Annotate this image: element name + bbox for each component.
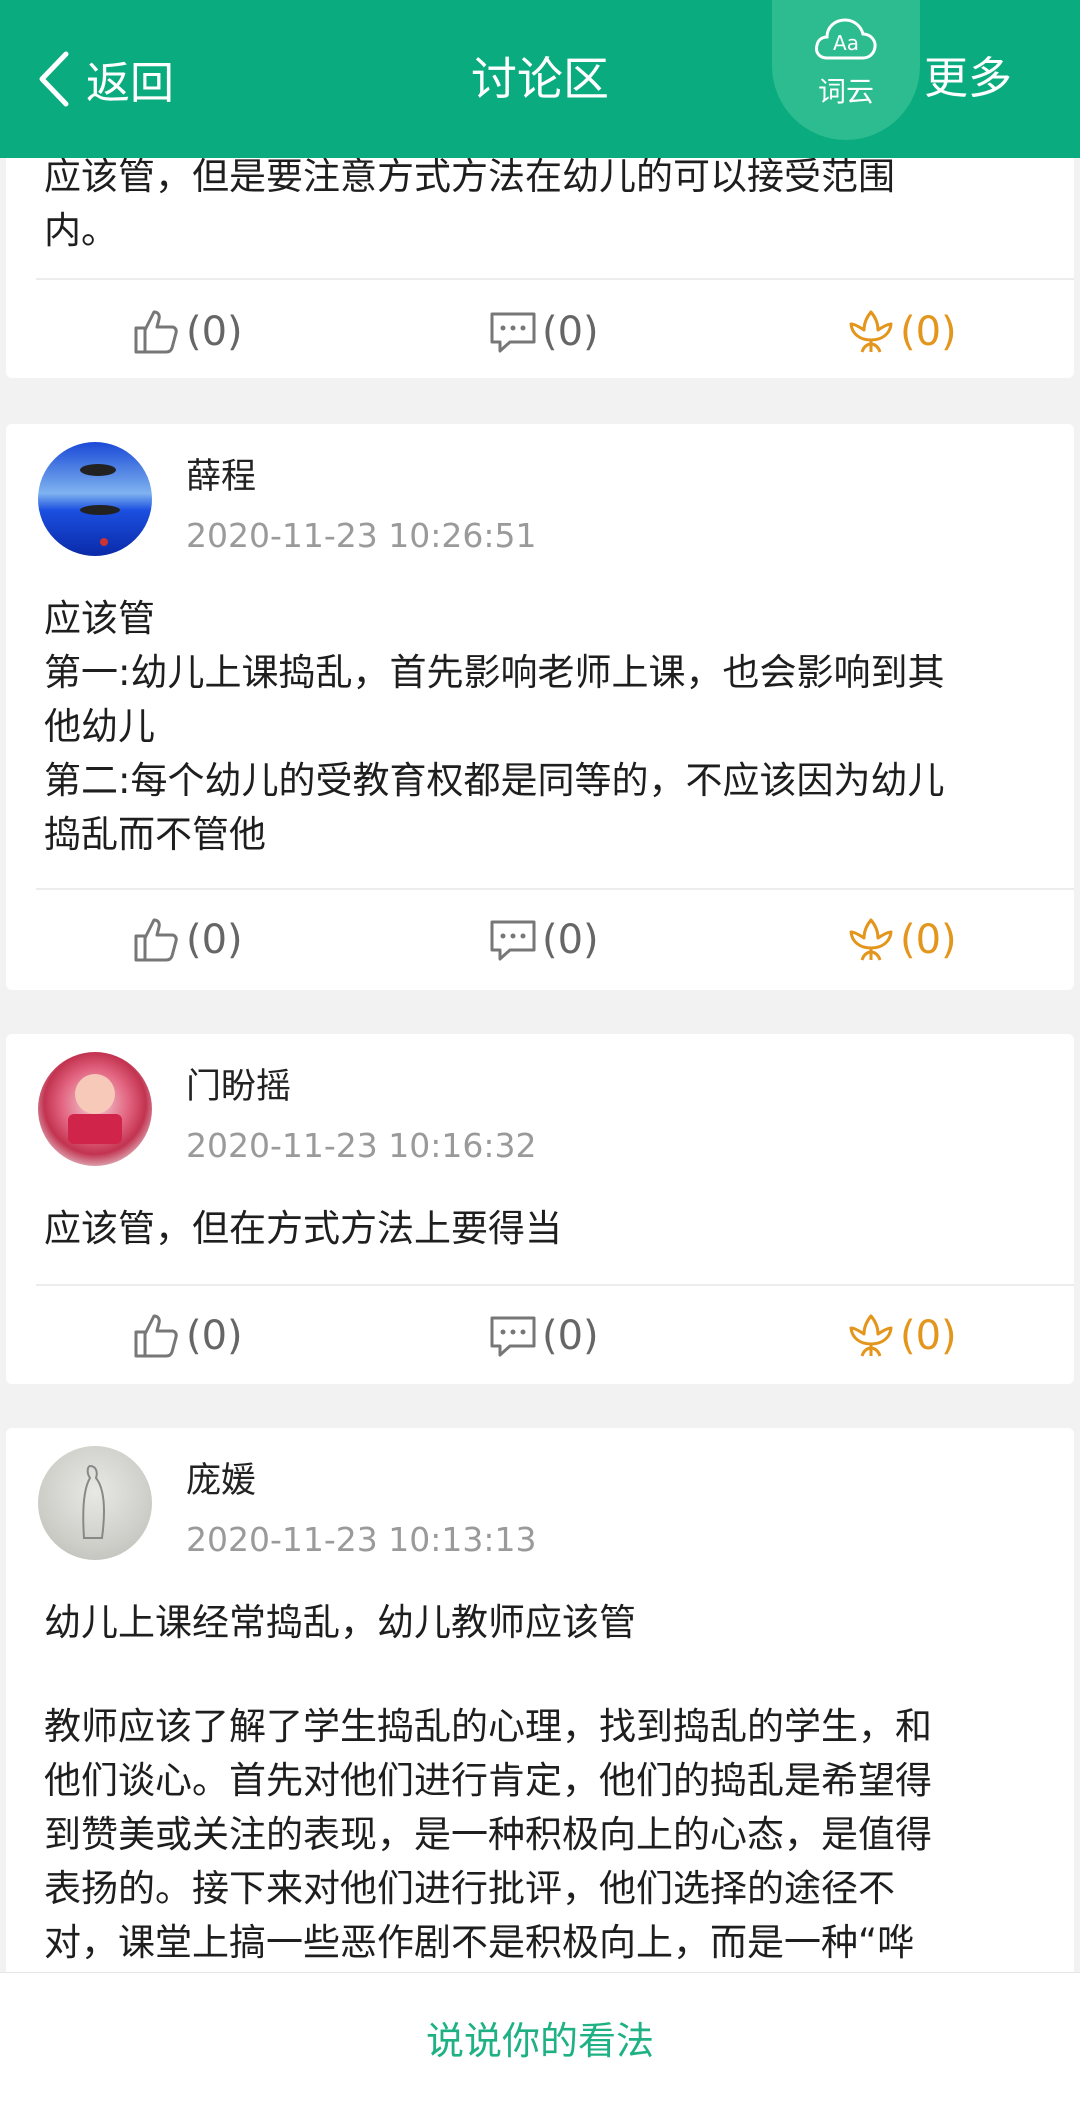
like-count: (0)	[186, 1313, 243, 1359]
comment-button[interactable]: (0)	[488, 282, 599, 382]
post-line: 应该管，但是要注意方式方法在幼儿的可以接受范围	[44, 155, 895, 198]
word-cloud-icon: Aa	[815, 18, 877, 60]
comment-button[interactable]: (0)	[488, 890, 599, 990]
like-count: (0)	[186, 917, 243, 963]
thumbs-up-icon	[134, 918, 178, 962]
post-line: 第二:每个幼儿的受教育权都是同等的，不应该因为幼儿	[44, 759, 945, 802]
post-line: 幼儿上课经常捣乱，幼儿教师应该管	[44, 1601, 636, 1644]
post-time: 2020-11-23 10:13:13	[186, 1520, 537, 1559]
avatar[interactable]	[38, 1052, 152, 1166]
post-content: 应该管 第一:幼儿上课捣乱，首先影响老师上课，也会影响到其 他幼儿 第二:每个幼…	[44, 592, 1046, 862]
post-actions: (0) (0) (0)	[6, 1286, 1074, 1386]
thumbs-up-icon	[134, 1314, 178, 1358]
comment-button[interactable]: (0)	[488, 1286, 599, 1386]
like-button[interactable]: (0)	[132, 282, 243, 382]
post-line: 他们谈心。首先对他们进行肯定，他们的捣乱是希望得	[44, 1759, 932, 1802]
comment-count: (0)	[542, 309, 599, 355]
cloud-icon-text: Aa	[833, 31, 859, 55]
comment-count: (0)	[542, 917, 599, 963]
post-actions: (0) (0) (0)	[6, 890, 1074, 990]
top-bar: 返回 讨论区 Aa 词云 更多	[0, 0, 1080, 158]
flower-icon	[849, 1314, 893, 1357]
flower-button[interactable]: (0)	[846, 1286, 957, 1386]
post-line	[44, 1650, 1046, 1700]
post-time: 2020-11-23 10:26:51	[186, 516, 537, 555]
post-card: 庞媛 2020-11-23 10:13:13 幼儿上课经常捣乱，幼儿教师应该管 …	[6, 1428, 1074, 1988]
more-button[interactable]: 更多	[924, 44, 1012, 114]
post-actions: (0) (0) (0)	[6, 282, 1074, 382]
post-line: 第一:幼儿上课捣乱，首先影响老师上课，也会影响到其	[44, 651, 945, 694]
comment-icon	[490, 920, 536, 961]
post-line: 表扬的。接下来对他们进行批评，他们选择的途径不	[44, 1867, 895, 1910]
flower-icon	[849, 918, 893, 961]
post-content: 幼儿上课经常捣乱，幼儿教师应该管 教师应该了解了学生捣乱的心理，找到捣乱的学生，…	[44, 1596, 1046, 1970]
flower-button[interactable]: (0)	[846, 890, 957, 990]
divider	[36, 278, 1074, 280]
post-time: 2020-11-23 10:16:32	[186, 1126, 537, 1165]
flower-count: (0)	[900, 309, 957, 355]
flower-icon	[849, 310, 893, 353]
comment-icon	[490, 312, 536, 353]
discussion-feed[interactable]: 应该管，但是要注意方式方法在幼儿的可以接受范围 内。 (0) (0) (0) 薛…	[0, 0, 1080, 2102]
post-card: 薛程 2020-11-23 10:26:51 应该管 第一:幼儿上课捣乱，首先影…	[6, 424, 1074, 990]
like-button[interactable]: (0)	[132, 1286, 243, 1386]
comment-count: (0)	[542, 1313, 599, 1359]
thumbs-up-icon	[134, 310, 178, 354]
comment-icon	[490, 1316, 536, 1357]
avatar[interactable]	[38, 1446, 152, 1560]
post-line: 教师应该了解了学生捣乱的心理，找到捣乱的学生，和	[44, 1705, 932, 1748]
like-count: (0)	[186, 309, 243, 355]
post-card: 门盼摇 2020-11-23 10:16:32 应该管，但在方式方法上要得当 (…	[6, 1034, 1074, 1384]
author-name[interactable]: 门盼摇	[186, 1058, 291, 1109]
post-line: 应该管，但在方式方法上要得当	[44, 1207, 562, 1250]
post-content: 应该管，但在方式方法上要得当	[44, 1202, 1046, 1256]
post-line: 捣乱而不管他	[44, 813, 266, 856]
comment-input-bar[interactable]: 说说你的看法	[0, 1972, 1080, 2102]
post-line: 应该管	[44, 597, 155, 640]
post-card: 应该管，但是要注意方式方法在幼儿的可以接受范围 内。 (0) (0) (0)	[6, 120, 1074, 378]
post-line: 对，课堂上搞一些恶作剧不是积极向上，而是一种“哗	[44, 1921, 915, 1964]
comment-prompt: 说说你的看法	[425, 2019, 654, 2063]
post-line: 他幼儿	[44, 705, 155, 748]
post-line: 到赞美或关注的表现，是一种积极向上的心态，是值得	[44, 1813, 932, 1856]
flower-count: (0)	[900, 917, 957, 963]
post-content: 应该管，但是要注意方式方法在幼儿的可以接受范围 内。	[44, 150, 1046, 258]
flower-count: (0)	[900, 1313, 957, 1359]
word-cloud-button[interactable]: Aa 词云	[772, 0, 920, 140]
author-name[interactable]: 庞媛	[186, 1452, 256, 1503]
flower-button[interactable]: (0)	[846, 282, 957, 382]
word-cloud-label: 词云	[817, 75, 874, 108]
avatar[interactable]	[38, 442, 152, 556]
author-name[interactable]: 薛程	[186, 448, 256, 499]
post-line: 内。	[44, 209, 118, 252]
like-button[interactable]: (0)	[132, 890, 243, 990]
